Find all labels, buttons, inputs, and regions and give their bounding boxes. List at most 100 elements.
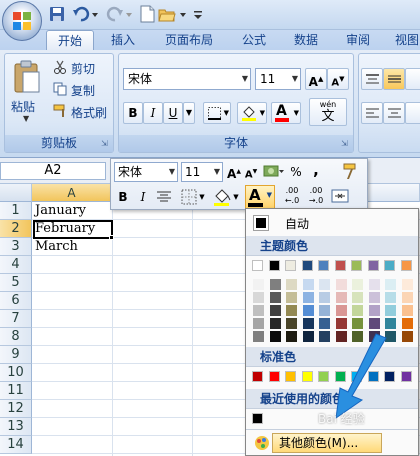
new-document-icon[interactable] <box>138 5 156 23</box>
theme-shade-swatch[interactable] <box>335 292 347 303</box>
mini-fill-color-dropdown-icon[interactable]: ▼ <box>231 187 241 207</box>
fill-color-button[interactable]: ▼ <box>237 102 267 124</box>
phonetic-button[interactable]: wén 文 <box>309 98 347 126</box>
mini-center-align-icon[interactable] <box>157 190 171 204</box>
undo-dropdown-icon[interactable] <box>90 5 100 23</box>
theme-color-swatch[interactable] <box>367 260 379 271</box>
align-right-button[interactable] <box>405 102 420 124</box>
theme-shade-swatch[interactable] <box>253 318 264 329</box>
theme-color-swatch[interactable] <box>384 260 395 271</box>
mini-font-color-button[interactable]: A ▼ <box>245 185 275 209</box>
theme-shade-swatch[interactable] <box>286 305 297 316</box>
name-box[interactable]: A2 <box>0 162 106 180</box>
theme-shade-swatch[interactable] <box>269 305 281 316</box>
standard-color-swatch[interactable] <box>318 371 329 382</box>
grow-font-button[interactable]: A▲ <box>305 68 327 90</box>
tab-home[interactable]: 开始 <box>46 30 94 50</box>
row-header[interactable]: 10 <box>0 364 32 382</box>
theme-shade-swatch[interactable] <box>302 318 314 329</box>
mini-decrease-decimal-button[interactable]: .00 →.0 <box>305 186 327 206</box>
redo-icon[interactable] <box>106 5 124 23</box>
row-header[interactable]: 7 <box>0 310 32 328</box>
theme-color-swatch[interactable] <box>301 260 313 271</box>
bold-button[interactable]: B <box>123 102 143 124</box>
standard-color-swatch[interactable] <box>252 371 263 382</box>
theme-shade-swatch[interactable] <box>319 318 330 329</box>
theme-shade-swatch[interactable] <box>385 292 396 303</box>
tab-insert[interactable]: 插入 <box>100 30 146 50</box>
underline-dropdown-icon[interactable]: ▼ <box>183 102 195 124</box>
theme-color-swatch[interactable] <box>285 260 296 271</box>
row-header[interactable]: 4 <box>0 256 32 274</box>
theme-shade-swatch[interactable] <box>385 279 396 290</box>
mini-italic-button[interactable]: I <box>134 187 152 207</box>
theme-shade-swatch[interactable] <box>253 292 264 303</box>
mini-font-color-dropdown-icon[interactable]: ▼ <box>267 191 272 199</box>
align-center-button[interactable] <box>383 102 405 124</box>
mini-font-name-combo[interactable]: 宋体 ▼ <box>114 162 178 182</box>
fill-handle[interactable] <box>109 235 114 240</box>
theme-shade-swatch[interactable] <box>335 305 347 316</box>
row-header[interactable]: 13 <box>0 418 32 436</box>
theme-shade-swatch[interactable] <box>253 305 264 316</box>
standard-color-swatch[interactable] <box>285 371 296 382</box>
row-header[interactable]: 9 <box>0 346 32 364</box>
cell-a3[interactable]: March <box>35 238 78 256</box>
recent-color-swatch[interactable] <box>252 413 263 424</box>
tab-review[interactable]: 审阅 <box>338 30 378 50</box>
standard-color-swatch[interactable] <box>268 371 280 382</box>
mini-shrink-font-button[interactable]: A▼ <box>243 162 259 182</box>
mini-comma-button[interactable]: , <box>307 160 325 180</box>
standard-color-swatch[interactable] <box>301 371 313 382</box>
theme-shade-swatch[interactable] <box>385 318 396 329</box>
font-size-combo[interactable]: 11 ▼ <box>255 68 301 90</box>
theme-shade-swatch[interactable] <box>335 279 347 290</box>
theme-shade-swatch[interactable] <box>302 331 314 342</box>
mini-font-size-dropdown-icon[interactable]: ▼ <box>214 163 220 181</box>
theme-color-swatch[interactable] <box>351 260 362 271</box>
tab-view[interactable]: 视图 <box>390 30 420 50</box>
mini-fill-color-icon[interactable] <box>213 188 231 206</box>
theme-shade-swatch[interactable] <box>286 331 297 342</box>
save-icon[interactable] <box>48 5 66 23</box>
theme-shade-swatch[interactable] <box>368 279 380 290</box>
row-header[interactable]: 1 <box>0 202 32 220</box>
theme-shade-swatch[interactable] <box>352 305 363 316</box>
theme-shade-swatch[interactable] <box>269 292 281 303</box>
copy-button[interactable]: 复制 <box>71 82 95 99</box>
theme-shade-swatch[interactable] <box>319 331 330 342</box>
theme-color-swatch[interactable] <box>334 260 346 271</box>
theme-shade-swatch[interactable] <box>401 318 413 329</box>
shrink-font-button[interactable]: A▼ <box>327 68 349 90</box>
format-painter-button[interactable]: 格式刷 <box>71 104 107 121</box>
theme-shade-swatch[interactable] <box>401 292 413 303</box>
theme-shade-swatch[interactable] <box>253 279 264 290</box>
column-header-a[interactable]: A <box>32 184 112 202</box>
mini-font-name-dropdown-icon[interactable]: ▼ <box>169 163 175 181</box>
theme-shade-swatch[interactable] <box>352 279 363 290</box>
mini-grow-font-button[interactable]: A▲ <box>225 162 243 182</box>
italic-button[interactable]: I <box>143 102 163 124</box>
align-left-button[interactable] <box>361 102 383 124</box>
mini-borders-dropdown-icon[interactable]: ▼ <box>197 187 207 207</box>
theme-color-swatch[interactable] <box>268 260 280 271</box>
theme-shade-swatch[interactable] <box>286 279 297 290</box>
mini-percent-button[interactable]: % <box>287 162 305 182</box>
paste-icon[interactable] <box>13 60 41 94</box>
theme-shade-swatch[interactable] <box>352 292 363 303</box>
tab-data[interactable]: 数据 <box>286 30 326 50</box>
clipboard-launcher-icon[interactable]: ⇲ <box>101 139 111 149</box>
more-colors-button[interactable]: 其他颜色(M)... <box>272 433 382 453</box>
row-header[interactable]: 3 <box>0 238 32 256</box>
borders-button[interactable]: ▼ <box>203 102 231 124</box>
theme-shade-swatch[interactable] <box>401 279 413 290</box>
align-top-button[interactable] <box>361 68 383 90</box>
font-name-dropdown-icon[interactable]: ▼ <box>242 69 248 89</box>
theme-shade-swatch[interactable] <box>319 279 330 290</box>
align-bottom-button[interactable] <box>405 68 420 90</box>
row-header[interactable]: 11 <box>0 382 32 400</box>
font-name-combo[interactable]: 宋体 ▼ <box>123 68 251 90</box>
theme-shade-swatch[interactable] <box>319 292 330 303</box>
theme-shade-swatch[interactable] <box>286 292 297 303</box>
row-header[interactable]: 14 <box>0 436 32 454</box>
